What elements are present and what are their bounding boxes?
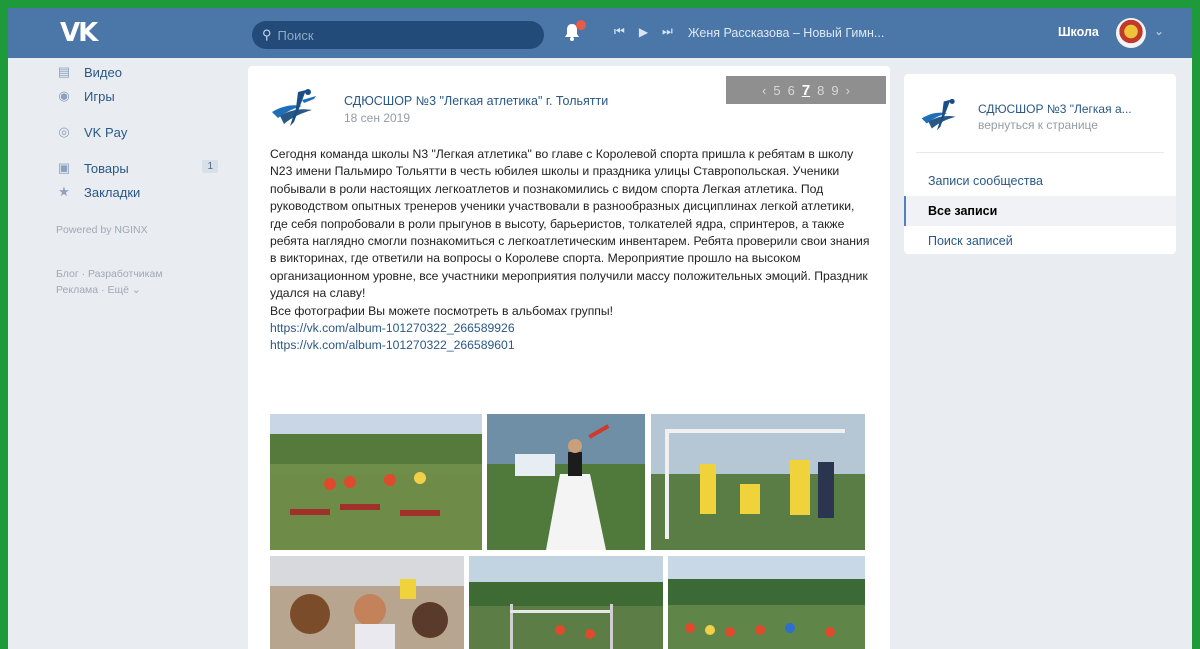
video-icon: ▤ [57, 64, 71, 79]
sidebar-item-label: Игры [84, 88, 115, 104]
search-icon: ⚲ [262, 27, 272, 42]
goods-count-badge: 1 [202, 160, 218, 173]
photo-award[interactable] [270, 556, 464, 649]
sidebar-item-goods[interactable]: ▣ Товары 1 [56, 156, 236, 180]
photo-hurdles[interactable] [270, 414, 482, 550]
nav-search-posts[interactable]: Поиск записей [904, 226, 1176, 256]
sidebar-item-label: Закладки [84, 184, 141, 200]
footer-links-line2[interactable]: Реклама · Ещё ⌄ [56, 282, 236, 298]
vk-logo[interactable]: VK [60, 19, 104, 47]
community-logo[interactable] [270, 86, 322, 130]
track-title[interactable]: Женя Рассказова – Новый Гимн... [688, 26, 884, 40]
sidebar-item-label: VK Pay [84, 124, 128, 140]
album-link[interactable]: https://vk.com/album-101270322_266589601 [270, 337, 870, 354]
footer-links: Блог · Разработчикам Реклама · Ещё ⌄ [56, 266, 236, 298]
sidebar-item-vkpay[interactable]: ◎ VK Pay [56, 120, 236, 144]
post-body: Сегодня команда школы N3 "Легкая атлетик… [270, 147, 870, 301]
bell-icon[interactable] [562, 20, 586, 44]
photo-high-jump[interactable] [469, 556, 663, 649]
menu-separator [56, 108, 236, 120]
community-title-link[interactable]: СДЮСШОР №3 "Легкая а... [978, 102, 1168, 116]
post-pager: ‹ 5 6 7 8 9 › [726, 76, 886, 104]
pager-page-active[interactable]: 7 [802, 82, 810, 99]
post-author-link[interactable]: СДЮСШОР №3 "Легкая атлетика" г. Тольятти [344, 94, 608, 108]
nav-community-posts[interactable]: Записи сообщества [904, 166, 1176, 196]
menu-separator [56, 144, 236, 156]
bookmarks-icon: ★ [58, 184, 70, 199]
notification-dot [576, 20, 586, 30]
album-link[interactable]: https://vk.com/album-101270322_266589926 [270, 320, 870, 337]
nav-all-posts[interactable]: Все записи [904, 196, 1176, 226]
vkpay-icon: ◎ [58, 124, 70, 139]
browser-frame: VK ⚲ ⏮ ▶ ⏭ Женя Рассказова – Новый Гимн.… [8, 8, 1192, 649]
play-icon[interactable]: ▶ [639, 25, 648, 39]
sidebar-item-bookmarks[interactable]: ★ Закладки [56, 180, 236, 204]
sidebar-item-video[interactable]: ▤ Видео [56, 60, 236, 84]
left-menu: ▤ Видео ◉ Игры ◎ VK Pay ▣ Товары 1 ★ Зак… [56, 60, 236, 298]
post-text: Сегодня команда школы N3 "Легкая атлетик… [270, 146, 870, 355]
sidebar-item-games[interactable]: ◉ Игры [56, 84, 236, 108]
powered-by-text[interactable]: Powered by NGINX [56, 224, 236, 236]
chevron-down-icon[interactable]: ⌄ [1154, 24, 1164, 38]
pager-prev[interactable]: ‹ [762, 83, 766, 98]
pager-page[interactable]: 8 [817, 83, 824, 98]
photo-grid-svg [270, 414, 865, 649]
community-nav: СДЮСШОР №3 "Легкая а... вернуться к стра… [904, 74, 1176, 254]
photo-goal-group[interactable] [651, 414, 865, 550]
goods-icon: ▣ [57, 160, 71, 175]
next-track-icon[interactable]: ⏭ [662, 24, 673, 39]
back-to-page-link[interactable]: вернуться к странице [978, 118, 1098, 132]
pager-page[interactable]: 9 [831, 83, 838, 98]
pager-page[interactable]: 5 [773, 83, 780, 98]
divider [916, 152, 1164, 153]
photo-grid [270, 414, 870, 649]
search-box[interactable]: ⚲ [252, 21, 544, 49]
sidebar-item-label: Товары [84, 160, 129, 176]
photo-lineup[interactable] [668, 556, 865, 649]
top-header: VK ⚲ ⏮ ▶ ⏭ Женя Рассказова – Новый Гимн.… [8, 8, 1192, 58]
games-icon: ◉ [58, 88, 70, 103]
prev-track-icon[interactable]: ⏮ [614, 24, 625, 39]
profile-name[interactable]: Школа [1058, 25, 1099, 39]
footer-links-line1[interactable]: Блог · Разработчикам [56, 266, 236, 282]
post-date[interactable]: 18 сен 2019 [344, 111, 410, 125]
sidebar-item-label: Видео [84, 64, 122, 80]
wall-post: СДЮСШОР №3 "Легкая атлетика" г. Тольятти… [248, 66, 890, 649]
pager-next[interactable]: › [846, 83, 850, 98]
pager-page[interactable]: 6 [788, 83, 795, 98]
avatar[interactable] [1116, 18, 1146, 48]
post-body-albums: Все фотографии Вы можете посмотреть в ал… [270, 303, 614, 318]
search-input[interactable] [277, 27, 518, 43]
community-logo-small[interactable] [920, 96, 964, 134]
audio-player: ⏮ ▶ ⏭ [614, 24, 673, 39]
photo-dancer[interactable] [487, 414, 645, 550]
